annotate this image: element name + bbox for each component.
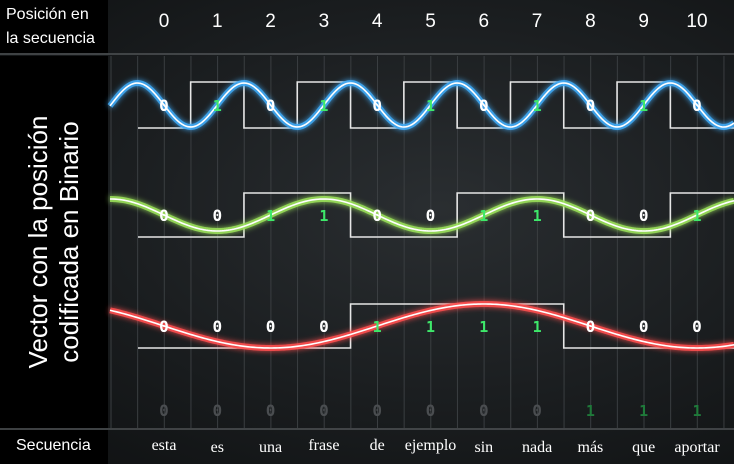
bit-digit: 0	[532, 401, 542, 420]
bit-digit: 0	[212, 317, 222, 336]
bit-digit: 1	[213, 97, 222, 115]
bit-digit: 1	[319, 207, 328, 225]
bit-digit: 0	[159, 317, 169, 336]
bit-digit: 1	[426, 97, 435, 115]
bit-row: 0 1 0 1 0 1 0 1 0 1 0	[107, 79, 734, 131]
bit-digit: 0	[426, 401, 436, 420]
bit-digit: 1	[692, 207, 701, 225]
bit-digit: 1	[319, 97, 328, 115]
bit-digit: 1	[479, 207, 488, 225]
bit-digit: 0	[159, 401, 169, 420]
bit-digit: 0	[639, 206, 649, 225]
bit-digit: 0	[372, 206, 382, 225]
bit-row: 0 0 0 0 0 0 0 0 1 1 1	[159, 401, 701, 420]
bit-digit: 1	[533, 318, 542, 336]
bit-digit: 0	[479, 401, 489, 420]
bit-row: 0 0 0 0 1 1 1 1 0 0 0	[109, 300, 734, 351]
positional-encoding-diagram: Posición en la secuencia Vector con la p…	[0, 0, 734, 464]
bit-digit: 0	[586, 317, 596, 336]
bit-digit: 1	[479, 318, 488, 336]
bit-digit: 0	[266, 317, 276, 336]
bit-digit: 0	[159, 206, 169, 225]
bit-digit: 0	[479, 96, 489, 115]
bit-digit: 0	[319, 401, 329, 420]
bit-digit: 1	[692, 402, 701, 420]
bit-digit: 0	[586, 206, 596, 225]
bit-digit: 0	[372, 96, 382, 115]
bit-digit: 0	[212, 206, 222, 225]
bit-digit: 0	[426, 206, 436, 225]
bit-row: 0 0 1 1 0 0 1 1 0 0 1	[109, 192, 734, 238]
bit-digit: 0	[266, 96, 276, 115]
bit-digit: 0	[692, 317, 702, 336]
bit-digit: 0	[159, 96, 169, 115]
bit-digit: 0	[586, 96, 596, 115]
bit-digit: 0	[266, 401, 276, 420]
binary-waves: 0 1 0 1 0 1 0 1 0 1 00 0 1 1 0 0 1 1 0 0 10 0 0 0 1 1 1 1 0 0 00 0 0 0 0 0 0…	[107, 79, 734, 420]
bit-digit: 0	[372, 401, 382, 420]
bit-digit: 1	[586, 402, 595, 420]
bit-digit: 1	[533, 97, 542, 115]
bit-digit: 1	[373, 318, 382, 336]
bit-digit: 0	[692, 96, 702, 115]
bit-digit: 0	[639, 317, 649, 336]
bit-digit: 1	[426, 318, 435, 336]
bit-digit: 0	[212, 401, 222, 420]
bit-digit: 1	[266, 207, 275, 225]
bit-digit: 1	[533, 207, 542, 225]
bit-digit: 1	[639, 402, 648, 420]
bit-digit: 1	[639, 97, 648, 115]
bit-digit: 0	[319, 317, 329, 336]
